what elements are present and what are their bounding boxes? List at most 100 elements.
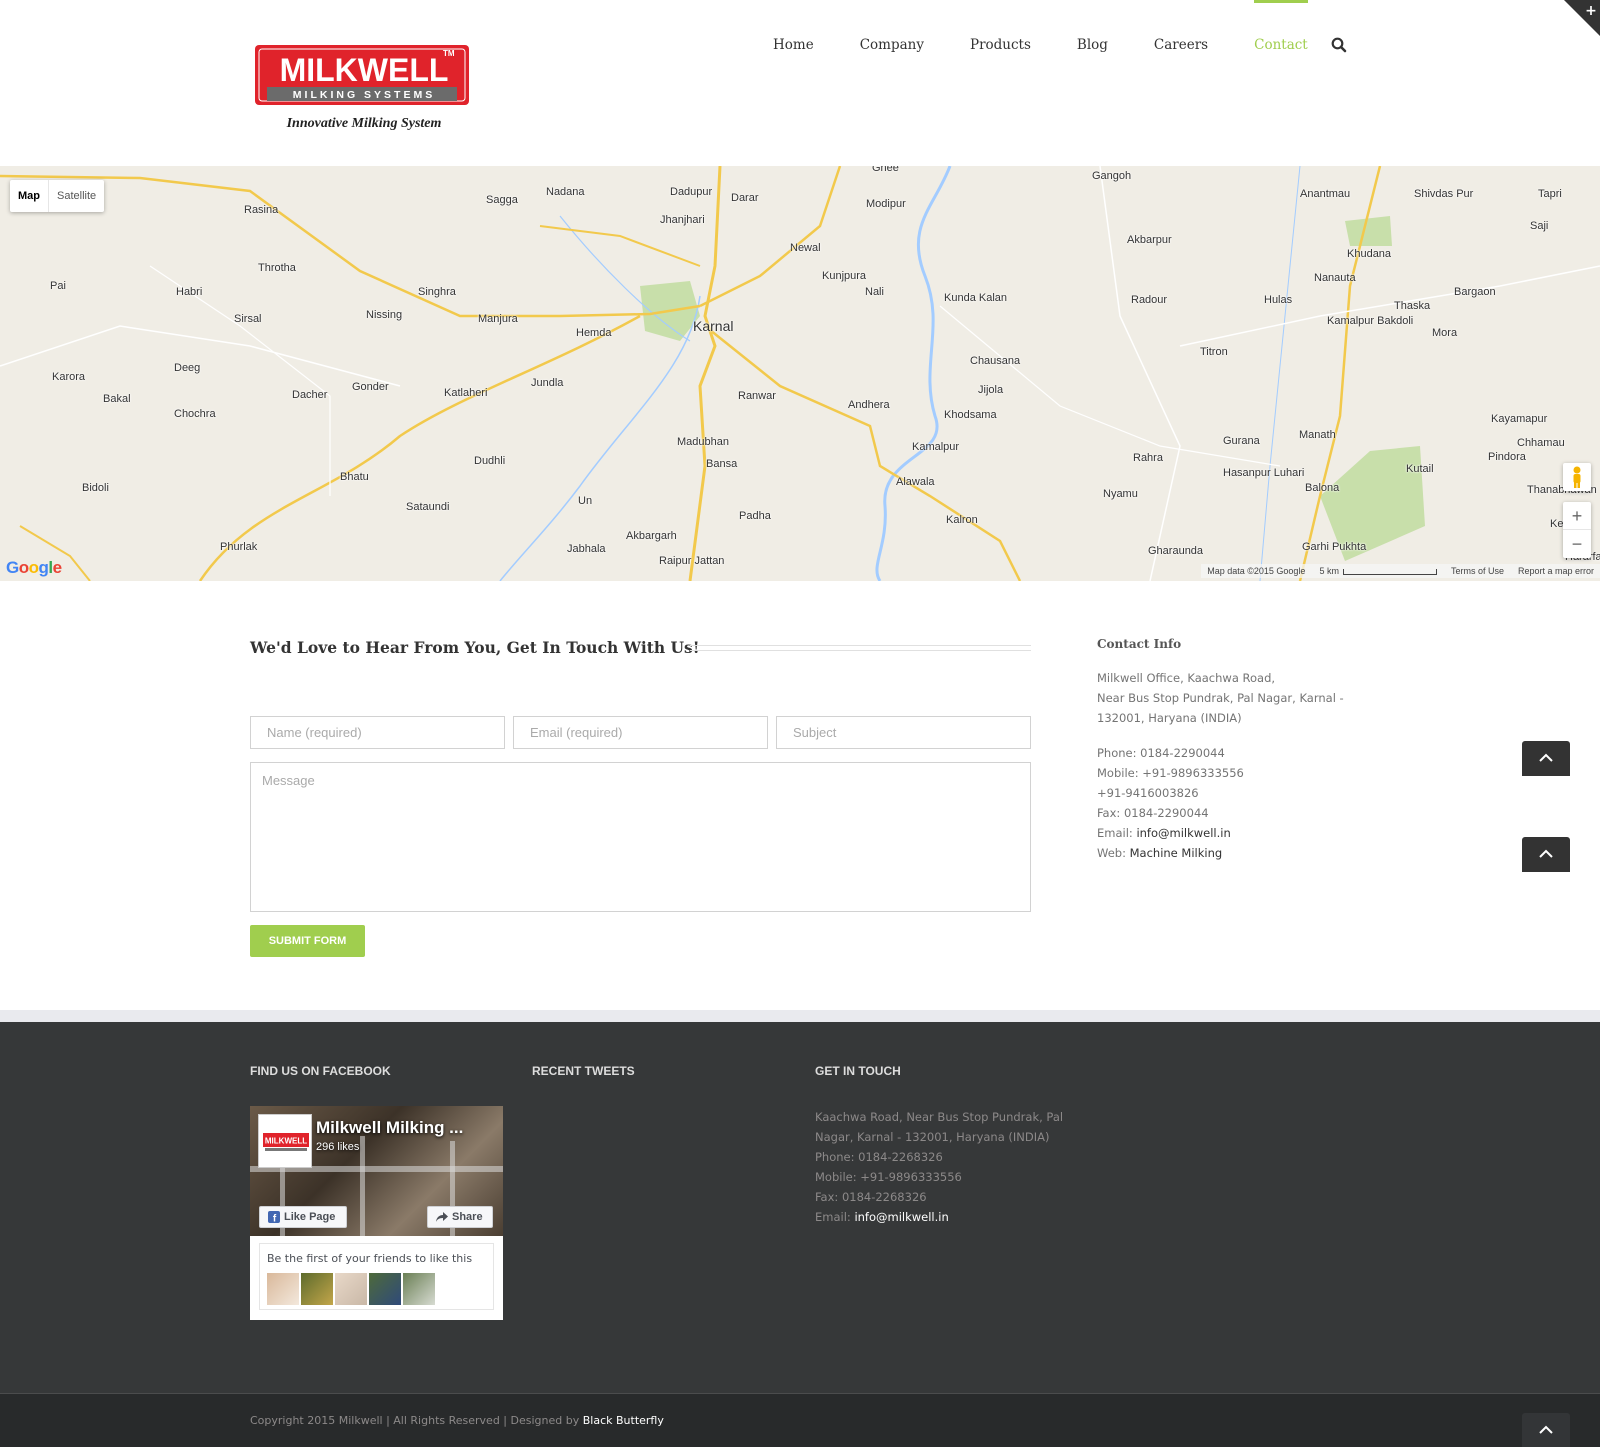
subject-input[interactable] — [776, 716, 1031, 749]
milkwell-logo[interactable]: MILKWELL TM MILKING SYSTEMS Innovative M… — [253, 43, 475, 133]
map-place-label: Raipur Jattan — [659, 555, 725, 567]
contact-mobile-1: Mobile: +91-9896333556 — [1097, 766, 1244, 780]
contact-web-link[interactable]: Machine Milking — [1130, 846, 1223, 860]
map-place-label: Bhatu — [340, 471, 369, 483]
logo-sub: MILKING SYSTEMS — [293, 89, 435, 101]
map-place-label: Throtha — [258, 262, 296, 274]
email-input[interactable] — [513, 716, 768, 749]
map-place-label: Darar — [731, 192, 759, 204]
nav-company-label: Company — [859, 37, 924, 53]
map-place-label: Khudana — [1347, 248, 1392, 260]
map-terms-link[interactable]: Terms of Use — [1451, 566, 1504, 576]
plus-icon: + — [1585, 3, 1597, 19]
map-place-label: Bansa — [706, 458, 738, 470]
footer-scroll-to-top-button[interactable] — [1522, 1413, 1570, 1447]
street-view-pegman-icon[interactable] — [1563, 463, 1591, 491]
map-place-label: Nyamu — [1103, 488, 1138, 500]
google-logo[interactable]: Google — [6, 558, 62, 578]
nav-home[interactable]: Home — [750, 0, 837, 90]
nav-contact[interactable]: Contact — [1231, 0, 1331, 90]
map-roads — [0, 166, 1600, 581]
zoom-out-button[interactable]: − — [1563, 530, 1591, 558]
address-line-1: Milkwell Office, Kaachwa Road, — [1097, 671, 1276, 685]
fan-avatar[interactable] — [403, 1273, 435, 1305]
facebook-page-name[interactable]: Milkwell Milking ... — [316, 1118, 463, 1138]
map-place-label: Hasanpur Luhari — [1223, 467, 1305, 479]
map-place-label: Madubhan — [677, 436, 729, 448]
map-place-label: Dacher — [292, 389, 328, 401]
nav-blog[interactable]: Blog — [1054, 0, 1131, 90]
facebook-heading: FIND US ON FACEBOOK — [250, 1064, 391, 1078]
map-place-label: Kamalpur Bakdoli — [1327, 315, 1414, 327]
map-type-map[interactable]: Map — [10, 180, 48, 212]
map-place-label: Radour — [1131, 294, 1168, 306]
submit-form-button[interactable]: SUBMIT FORM — [250, 925, 365, 957]
map-place-label: Gangoh — [1092, 170, 1132, 182]
map-type-control: Map Satellite — [10, 180, 105, 212]
facebook-page-widget: MILKWELL Milkwell Milking ... 296 likes … — [250, 1106, 503, 1320]
map-place-label: Rahra — [1133, 452, 1163, 464]
map-place-label: Alawala — [896, 476, 935, 488]
map-place-label: Chausana — [970, 355, 1021, 367]
map-place-label: Saji — [1530, 220, 1549, 232]
facebook-like-page-button[interactable]: f Like Page — [259, 1206, 347, 1228]
map-place-label: Akbargarh — [626, 530, 677, 542]
contact-info-heading: Contact Info — [1097, 637, 1182, 651]
google-map[interactable]: Map Satellite Gangoh Ghee Nadana Dadupur Dar… — [0, 166, 1600, 581]
map-place-label: Bidoli — [82, 482, 109, 494]
copyright-label: Copyright 2015 Milkwell | All Rights Res… — [250, 1414, 583, 1427]
fan-avatar[interactable] — [301, 1273, 333, 1305]
facebook-share-button[interactable]: Share — [427, 1206, 493, 1228]
map-place-label: Ghee — [872, 166, 899, 174]
map-place-label: Dudhli — [474, 455, 506, 467]
map-scale: 5 km — [1319, 566, 1437, 576]
search-icon[interactable] — [1330, 36, 1348, 54]
fan-avatar[interactable] — [369, 1273, 401, 1305]
map-place-label: Karora — [52, 371, 86, 383]
map-place-label: Jijola — [978, 384, 1004, 396]
fan-avatar[interactable] — [267, 1273, 299, 1305]
nav-company[interactable]: Company — [837, 0, 947, 90]
zoom-in-button[interactable]: + — [1563, 502, 1591, 530]
map-place-label: Chochra — [174, 408, 216, 420]
map-type-satellite[interactable]: Satellite — [48, 180, 104, 212]
map-place-label: Katlaheri — [444, 387, 488, 399]
nav-careers[interactable]: Careers — [1131, 0, 1231, 90]
contact-email-link[interactable]: info@milkwell.in — [1136, 826, 1230, 840]
facebook-icon: f — [268, 1211, 280, 1223]
facebook-fan-faces — [267, 1273, 435, 1305]
logo-tagline: Innovative Milking System — [286, 116, 442, 131]
get-in-touch-heading: GET IN TOUCH — [815, 1064, 901, 1078]
map-place-label: Sataundi — [406, 501, 450, 513]
map-place-label: Hemda — [576, 327, 612, 339]
map-place-label: Titron — [1200, 346, 1228, 358]
map-report-link[interactable]: Report a map error — [1518, 566, 1594, 576]
map-place-label: Sagga — [486, 194, 518, 206]
name-input[interactable] — [250, 716, 505, 749]
message-textarea[interactable] — [250, 762, 1031, 912]
map-place-label: Khodsama — [944, 409, 997, 421]
address-line-3: 132001, Haryana (INDIA) — [1097, 711, 1242, 725]
chevron-up-icon — [1539, 753, 1553, 762]
map-attribution-bar: Map data ©2015 Google 5 km Terms of Use … — [1201, 564, 1600, 578]
contact-web-row: Web: Machine Milking — [1097, 843, 1357, 863]
logo-brand: MILKWELL — [280, 52, 449, 88]
map-place-label: Pindora — [1488, 451, 1526, 463]
facebook-cover-photo[interactable]: MILKWELL Milkwell Milking ... 296 likes … — [250, 1106, 503, 1236]
map-place-label: Manath — [1299, 429, 1336, 441]
scroll-to-top-button-2[interactable] — [1522, 837, 1570, 872]
facebook-page-logo[interactable]: MILKWELL — [258, 1114, 312, 1168]
scroll-to-top-button[interactable] — [1522, 741, 1570, 776]
sliding-bar-toggle[interactable]: + — [1564, 0, 1600, 36]
footer-email-link[interactable]: info@milkwell.in — [854, 1210, 948, 1224]
footer-separator-band — [0, 1010, 1600, 1022]
designer-link[interactable]: Black Butterfly — [583, 1414, 664, 1427]
nav-products[interactable]: Products — [947, 0, 1054, 90]
map-place-label: Kutail — [1406, 463, 1434, 475]
nav-careers-label: Careers — [1153, 37, 1209, 53]
site-header: MILKWELL TM MILKING SYSTEMS Innovative M… — [0, 0, 1600, 166]
share-label: Share — [452, 1211, 483, 1223]
map-place-label: Kunda Kalan — [944, 292, 1007, 304]
map-place-label: Akbarpur — [1127, 234, 1172, 246]
fan-avatar[interactable] — [335, 1273, 367, 1305]
